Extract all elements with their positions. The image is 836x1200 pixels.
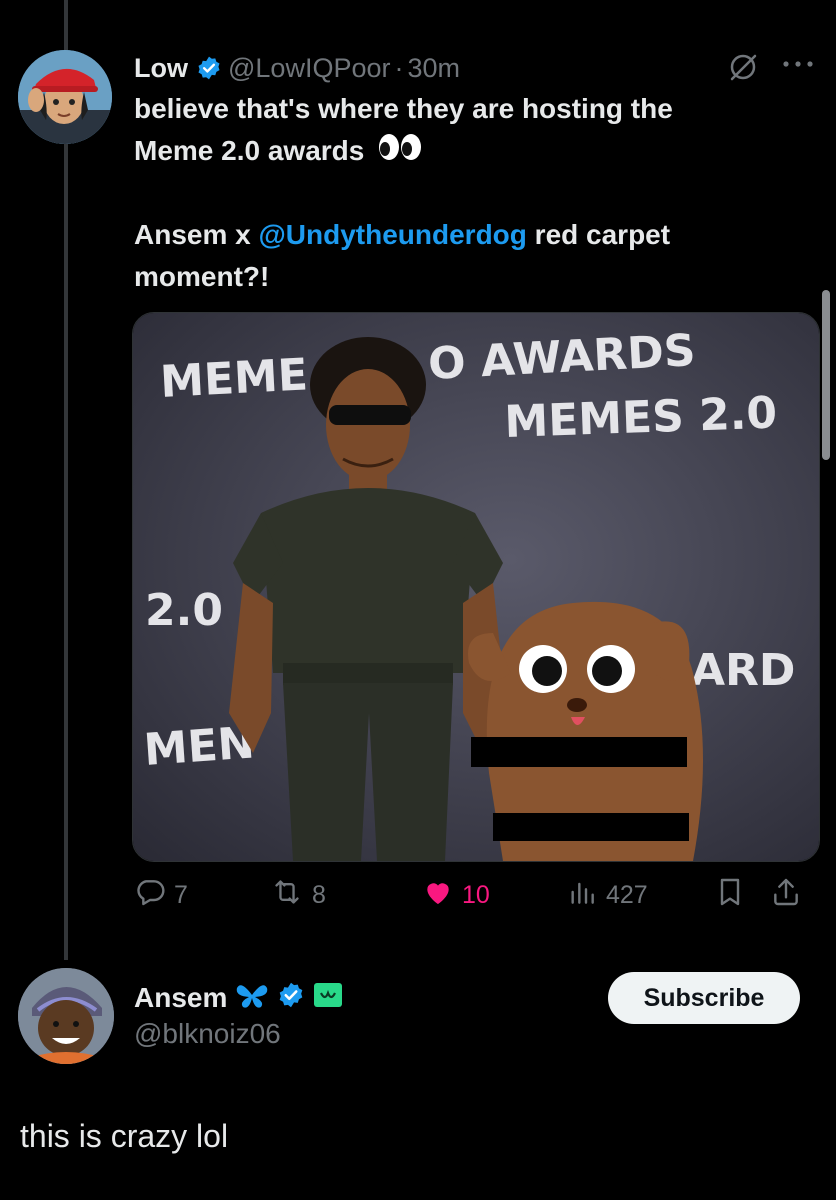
views-button[interactable]: 427 xyxy=(566,870,648,920)
wall-text: MEME xyxy=(159,349,309,408)
butterfly-icon xyxy=(227,980,269,1017)
tweet-image[interactable]: MEME O AWARDS MEMES 2.0 2.0 ARD MEN xyxy=(132,312,820,862)
more-icon[interactable] xyxy=(778,48,818,78)
views-icon xyxy=(566,876,606,915)
share-button[interactable] xyxy=(770,870,810,920)
reply-button[interactable]: 7 xyxy=(134,870,188,920)
wall-text: MEMES 2.0 xyxy=(504,388,778,448)
author-name[interactable]: Low xyxy=(134,53,188,84)
tweet-text: this is crazy lol xyxy=(20,1118,229,1154)
avatar[interactable] xyxy=(18,968,114,1064)
scrollbar[interactable] xyxy=(822,290,830,460)
author-name[interactable]: Ansem xyxy=(134,982,227,1014)
tweet-action-bar: 7 8 10 427 xyxy=(134,870,814,920)
bookmark-button[interactable] xyxy=(714,870,754,920)
view-count: 427 xyxy=(606,880,648,909)
author-handle[interactable]: @LowIQPoor xyxy=(228,53,390,84)
tweet-header: Ansem xyxy=(134,978,343,1018)
tweet-thread: Low @LowIQPoor · 30m believe that's wher… xyxy=(0,0,836,1200)
tweet-text-line: Meme 2.0 awards xyxy=(134,135,365,166)
verified-badge-icon xyxy=(269,981,305,1016)
thread-connector-line xyxy=(64,0,68,960)
tweet-text-line: red carpet xyxy=(526,218,671,250)
heart-icon xyxy=(422,876,462,915)
wall-text: ARD xyxy=(691,645,795,696)
like-button[interactable]: 10 xyxy=(422,870,490,920)
avatar[interactable] xyxy=(18,50,112,144)
repost-icon xyxy=(270,876,312,915)
mention-link[interactable]: @Undytheunderdog xyxy=(259,219,527,250)
tweet-header: Low @LowIQPoor · 30m xyxy=(134,50,460,86)
tweet-timestamp[interactable]: 30m xyxy=(407,53,460,84)
repost-button[interactable]: 8 xyxy=(270,870,326,920)
like-count: 10 xyxy=(462,880,490,909)
tweet-text: believe that's where they are hosting th… xyxy=(134,88,794,298)
verified-badge-icon xyxy=(196,55,222,81)
repost-count: 8 xyxy=(312,880,326,909)
reply-count: 7 xyxy=(174,880,188,909)
tweet-text-line: Ansem x xyxy=(134,218,259,250)
tweet-text-line: moment?! xyxy=(134,260,270,292)
subscribe-button[interactable]: Subscribe xyxy=(608,972,800,1024)
reply-icon xyxy=(134,876,174,915)
eyes-emoji-icon xyxy=(378,132,422,174)
bookmark-icon xyxy=(714,876,754,915)
affiliate-badge-icon xyxy=(305,981,343,1016)
wall-text: 2.0 xyxy=(145,585,223,636)
share-icon xyxy=(770,876,810,915)
grok-icon[interactable] xyxy=(728,52,758,82)
separator-dot: · xyxy=(394,52,404,83)
tweet-text-line: believe that's where they are hosting th… xyxy=(134,93,673,124)
author-handle[interactable]: @blknoiz06 xyxy=(134,1018,281,1050)
